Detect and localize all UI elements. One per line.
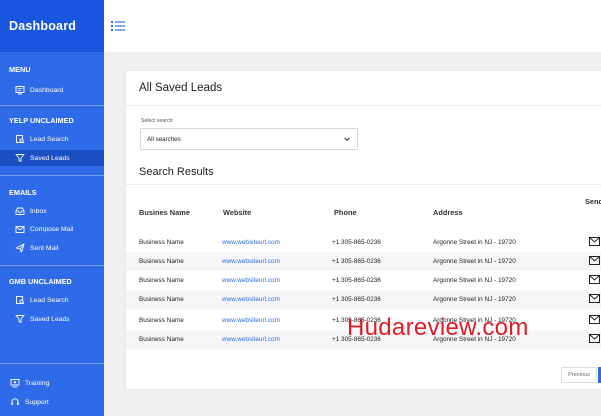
inbox-icon: [14, 206, 25, 217]
cell-address: Argonne Street in NJ - 19720: [433, 258, 516, 265]
top-bar: [104, 0, 601, 52]
search-icon: [14, 134, 25, 145]
training-icon: [9, 378, 20, 389]
watermark: Hudareview.com: [347, 314, 529, 341]
results-title: Search Results: [139, 166, 214, 178]
section-yelp-unclaimed: YELP UNCLAIMED: [9, 116, 74, 125]
table-row: Business Name www.websiteurl.com +1 305-…: [126, 271, 601, 290]
cell-website-link[interactable]: www.websiteurl.com: [222, 258, 280, 265]
sidebar-item-label: Compose Mail: [30, 225, 74, 233]
sidebar-item-gmb-saved-leads[interactable]: Saved Leads: [0, 311, 104, 327]
sidebar-item-label: Inbox: [30, 207, 47, 215]
mail-icon[interactable]: [589, 275, 600, 284]
section-menu: MENU: [9, 65, 31, 74]
cell-name: Business Name: [139, 317, 184, 324]
cell-phone: +1 305-865-0236: [332, 239, 381, 246]
table-row: Business Name www.websiteurl.com +1 305-…: [126, 233, 601, 252]
cell-name: Business Name: [139, 336, 184, 343]
dashboard-icon: [14, 85, 25, 96]
sidebar-item-training[interactable]: Training: [0, 375, 104, 391]
mail-icon[interactable]: [589, 237, 600, 246]
sidebar-item-support[interactable]: Support: [0, 394, 104, 410]
search-select[interactable]: All searches: [140, 128, 358, 150]
cell-name: Business Name: [139, 258, 184, 265]
search-select-value: All searches: [147, 135, 181, 143]
cell-website-link[interactable]: www.websiteurl.com: [222, 336, 280, 343]
cell-name: Business Name: [139, 277, 184, 284]
column-header-phone: Phone: [334, 208, 357, 217]
sidebar-item-label: Saved Leads: [30, 315, 70, 323]
cell-website-link[interactable]: www.websiteurl.com: [222, 296, 280, 303]
cell-website-link[interactable]: www.websiteurl.com: [222, 317, 280, 324]
cell-name: Business Name: [139, 239, 184, 246]
sidebar-item-sent-mail[interactable]: Sent Mail: [0, 240, 104, 256]
filter-icon: [14, 314, 25, 325]
table-row: Business Name www.websiteurl.com +1 305-…: [126, 252, 601, 271]
mail-icon[interactable]: [589, 315, 600, 324]
sidebar-divider: [0, 175, 104, 176]
sidebar-item-label: Support: [25, 398, 49, 406]
compose-icon: [14, 224, 25, 235]
card-divider: [126, 184, 601, 185]
column-header-name: Busines Name: [139, 208, 190, 217]
chevron-down-icon: [344, 137, 350, 142]
cell-website-link[interactable]: www.websiteurl.com: [222, 239, 280, 246]
hamburger-icon[interactable]: [111, 20, 125, 32]
cell-website-link[interactable]: www.websiteurl.com: [222, 277, 280, 284]
sidebar-item-label: Lead Search: [30, 135, 69, 143]
cell-address: Argonne Street in NJ - 19720: [433, 239, 516, 246]
search-icon: [14, 295, 25, 306]
card-divider: [126, 105, 601, 106]
page-title: All Saved Leads: [139, 82, 223, 94]
sidebar-item-compose-mail[interactable]: Compose Mail: [0, 221, 104, 237]
section-emails: EMAILS: [9, 188, 37, 197]
sidebar-item-inbox[interactable]: Inbox: [0, 203, 104, 219]
sidebar-item-dashboard[interactable]: Dashboard: [0, 82, 104, 98]
sidebar-item-label: Sent Mail: [30, 244, 59, 252]
table-row: Business Name www.websiteurl.com +1 305-…: [126, 290, 601, 309]
filter-icon: [14, 153, 25, 164]
sidebar: Dashboard MENU Dashboard YELP UNCLAIMED …: [0, 0, 104, 416]
mail-icon[interactable]: [589, 294, 600, 303]
column-header-address: Address: [433, 208, 463, 217]
mail-icon[interactable]: [589, 334, 600, 343]
section-gmb-unclaimed: GMB UNCLAIMED: [9, 277, 72, 286]
support-icon: [9, 397, 20, 408]
cell-phone: +1 305-865-0236: [332, 277, 381, 284]
column-header-send-email: Send Email: [585, 197, 601, 206]
mail-icon[interactable]: [589, 256, 600, 265]
cell-address: Argonne Street in NJ - 19720: [433, 296, 516, 303]
sidebar-item-label: Lead Search: [30, 296, 69, 304]
cell-phone: +1 305-865-0236: [332, 258, 381, 265]
sidebar-divider: [0, 363, 104, 364]
sidebar-item-label: Training: [25, 379, 50, 387]
sidebar-item-gmb-lead-search[interactable]: Lead Search: [0, 292, 104, 308]
previous-page-button[interactable]: Previous: [561, 367, 597, 383]
cell-phone: +1 305-865-0236: [332, 296, 381, 303]
saved-leads-card: All Saved Leads Select search: All searc…: [125, 70, 601, 390]
sidebar-item-label: Saved Leads: [30, 154, 70, 162]
sidebar-item-label: Dashboard: [30, 86, 64, 94]
sidebar-item-yelp-saved-leads[interactable]: Saved Leads: [0, 150, 104, 166]
cell-name: Business Name: [139, 296, 184, 303]
sidebar-title[interactable]: Dashboard: [0, 0, 104, 52]
sidebar-divider: [0, 105, 104, 106]
sidebar-item-yelp-lead-search[interactable]: Lead Search: [0, 131, 104, 147]
send-icon: [14, 243, 25, 254]
sidebar-divider: [0, 265, 104, 266]
column-header-website: Website: [223, 208, 252, 217]
cell-address: Argonne Street in NJ - 19720: [433, 277, 516, 284]
select-search-label: Select search:: [141, 118, 174, 124]
